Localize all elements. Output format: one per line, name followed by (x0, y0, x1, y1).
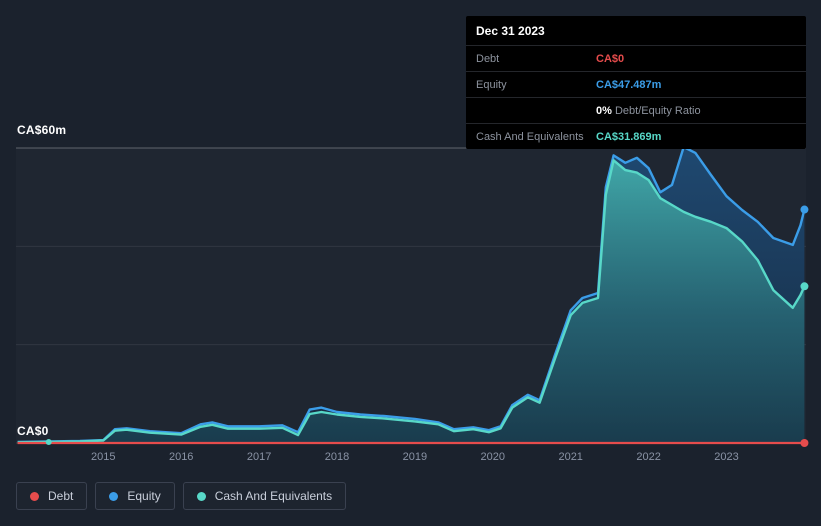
tooltip-equity-label: Equity (476, 78, 507, 91)
legend-cash-label: Cash And Equivalents (214, 489, 333, 503)
x-tick-2016: 2016 (169, 451, 193, 463)
legend-item-debt[interactable]: Debt (16, 482, 88, 510)
x-tick-2021: 2021 (558, 451, 582, 463)
y-axis-label-top: CA$60m (17, 123, 67, 137)
cash-start-dot (45, 439, 52, 446)
x-tick-2017: 2017 (247, 451, 271, 463)
legend-equity-label: Equity (127, 489, 161, 503)
tooltip-debt-label: Debt (476, 52, 500, 65)
tooltip-row-debt: Debt CA$0 (466, 45, 806, 71)
tooltip-debt-value: CA$0 (596, 52, 625, 65)
x-tick-2018: 2018 (325, 451, 349, 463)
equity-color-dot (109, 491, 119, 501)
tooltip-cash-label: Cash And Equivalents (476, 130, 584, 143)
tooltip-ratio-value: 0% (596, 104, 612, 117)
debt-end-dot (800, 439, 809, 447)
chart-tooltip: Dec 31 2023 Debt CA$0 Equity CA$47.487m … (466, 16, 806, 149)
tooltip-ratio-value-wrap: 0% Debt/Equity Ratio (596, 105, 701, 117)
x-tick-2015: 2015 (91, 451, 115, 463)
tooltip-equity-value: CA$47.487m (596, 78, 662, 91)
tooltip-row-ratio: 0% Debt/Equity Ratio (466, 97, 806, 123)
debt-equity-history-chart[interactable]: 2015 2016 2017 2018 2019 2020 2021 2022 2023 (16, 142, 809, 472)
tooltip-date: Dec 31 2023 (476, 24, 545, 38)
legend-item-cash[interactable]: Cash And Equivalents (182, 482, 347, 510)
x-tick-2020: 2020 (481, 451, 505, 463)
cash-end-dot (800, 282, 809, 291)
x-tick-2023: 2023 (714, 451, 738, 463)
debt-color-dot (30, 491, 39, 501)
legend-item-equity[interactable]: Equity (95, 482, 175, 510)
tooltip-row-cash: Cash And Equivalents CA$31.869m (466, 123, 806, 149)
tooltip-row-equity: Equity CA$47.487m (466, 71, 806, 97)
x-tick-2019: 2019 (403, 451, 427, 463)
legend: Debt Equity Cash And Equivalents (16, 482, 347, 510)
cash-color-dot (196, 491, 206, 501)
x-tick-2022: 2022 (636, 451, 660, 463)
legend-debt-label: Debt (48, 489, 74, 503)
tooltip-cash-value: CA$31.869m (596, 130, 662, 143)
equity-end-dot (800, 205, 809, 214)
tooltip-ratio-label: Debt/Equity Ratio (614, 104, 701, 117)
